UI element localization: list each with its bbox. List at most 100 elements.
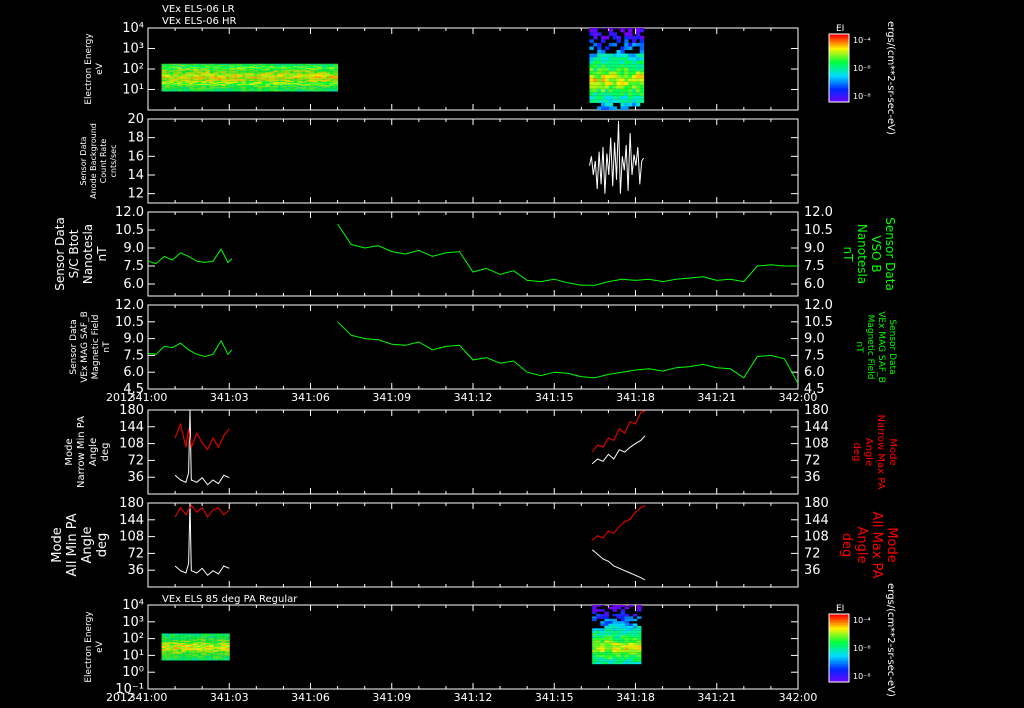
spectrogram-cell (173, 77, 179, 79)
spectrogram-cell (624, 616, 630, 619)
spectrogram-cell (305, 65, 311, 67)
spectrogram-cell (253, 84, 259, 86)
spectrogram-cell (285, 89, 291, 91)
spectrogram-cell (269, 82, 275, 85)
spectrogram-cell (632, 85, 637, 89)
y-tick-label: 18 (127, 131, 144, 146)
spectrogram-cell (177, 82, 183, 85)
spectrogram-cell (593, 74, 598, 79)
spectrogram-cell (213, 64, 219, 66)
spectrogram-cell (169, 645, 174, 647)
spectrogram-cell (305, 74, 311, 76)
spectrogram-cell (165, 654, 171, 656)
spectrogram-cell (229, 66, 235, 69)
spectrogram-cell (257, 68, 263, 70)
spectrogram-cell (177, 656, 182, 658)
spectrogram-cell (165, 642, 171, 644)
spectrogram-cell (205, 72, 211, 74)
spectrogram-cell (213, 652, 218, 654)
spectrogram-cell (612, 654, 618, 658)
spectrogram-cell (265, 75, 271, 77)
spectrogram-cell (185, 638, 190, 640)
spectrogram-cell (285, 78, 291, 80)
spectrogram-cell (205, 651, 210, 653)
spectrogram-cell (249, 66, 255, 69)
spectrogram-cell (325, 76, 331, 78)
spectrogram-cell (205, 64, 211, 66)
spectrogram-cell (305, 66, 311, 69)
spectrogram-cell (197, 657, 202, 659)
spectrogram-cell (636, 606, 642, 610)
spectrogram-cell (608, 605, 613, 606)
spectrogram-cell (616, 35, 621, 40)
spectrogram-cell (616, 649, 622, 653)
spectrogram-cell (281, 82, 287, 85)
spectrogram-cell (265, 74, 271, 76)
ylabel-right-line: nT (841, 247, 855, 263)
spectrogram-cell (635, 74, 641, 79)
panel-6-frame (147, 502, 799, 588)
spectrogram-cell (309, 75, 315, 77)
spectrogram-cell (237, 87, 243, 89)
spectrogram-cell (221, 66, 227, 69)
spectrogram-cell (253, 66, 259, 69)
spectrogram-cell (612, 35, 618, 40)
spectrogram-cell (608, 78, 614, 82)
spectrogram-cell (197, 649, 202, 651)
spectrogram-cell (329, 75, 335, 77)
spectrogram-cell (624, 28, 629, 29)
spectrogram-cell (237, 76, 243, 78)
spectrogram-cell (161, 89, 167, 91)
spectrogram-cell (628, 67, 633, 72)
spectrogram-cell (169, 75, 175, 77)
spectrogram-cell (193, 74, 199, 76)
spectrogram-cell (269, 81, 275, 83)
spectrogram-cell (225, 88, 231, 90)
spectrogram-cell (589, 67, 594, 72)
spectrogram-cell (620, 609, 626, 612)
spectrogram-cell (197, 648, 202, 650)
spectrogram-cell (213, 86, 219, 88)
series-line (147, 339, 233, 358)
spectrogram-cell (201, 636, 206, 638)
spectrogram-cell (161, 653, 167, 655)
spectrogram-cell (593, 85, 598, 89)
spectrogram-cell (213, 636, 218, 638)
spectrogram-cell (245, 66, 251, 69)
spectrogram-cell (329, 73, 335, 75)
spectrogram-cell (309, 82, 315, 85)
spectrogram-cell (201, 635, 206, 637)
spectrogram-cell (169, 79, 175, 81)
spectrogram-cell (173, 71, 179, 73)
spectrogram-cell (205, 77, 211, 79)
spectrogram-cell (273, 75, 279, 77)
panel-3-ylabel: Sensor Data S/C Btot Nanotesla nT (53, 217, 109, 291)
spectrogram-cell (628, 623, 634, 626)
spectrogram-cell (189, 633, 194, 635)
spectrogram-cell (309, 78, 315, 80)
spectrogram-cell (189, 659, 194, 661)
spectrogram-cell (197, 69, 203, 71)
spectrogram-cell (616, 88, 621, 93)
spectrogram-cell (209, 71, 215, 73)
ylabel-right-line: nT (854, 341, 864, 353)
spectrogram-cell (592, 640, 597, 643)
spectrogram-cell (257, 82, 263, 85)
spectrogram-cell (181, 654, 186, 656)
spectrogram-cell (181, 644, 186, 646)
spectrogram-cell (169, 76, 175, 78)
spectrogram-cell (237, 80, 243, 82)
spectrogram-cell (241, 70, 247, 72)
spectrogram-cell (165, 643, 171, 645)
spectrogram-cell (636, 630, 642, 634)
spectrogram-cell (329, 69, 335, 71)
spectrogram-cell (281, 77, 287, 79)
spectrogram-cell (616, 616, 622, 619)
spectrogram-cell (217, 85, 223, 87)
spectrogram-cell (309, 79, 315, 81)
spectrogram-cell (189, 89, 195, 91)
spectrogram-cell (608, 74, 614, 79)
spectrogram-cell (217, 651, 222, 653)
spectrogram-cell (229, 73, 235, 75)
spectrogram-cell (193, 77, 199, 79)
